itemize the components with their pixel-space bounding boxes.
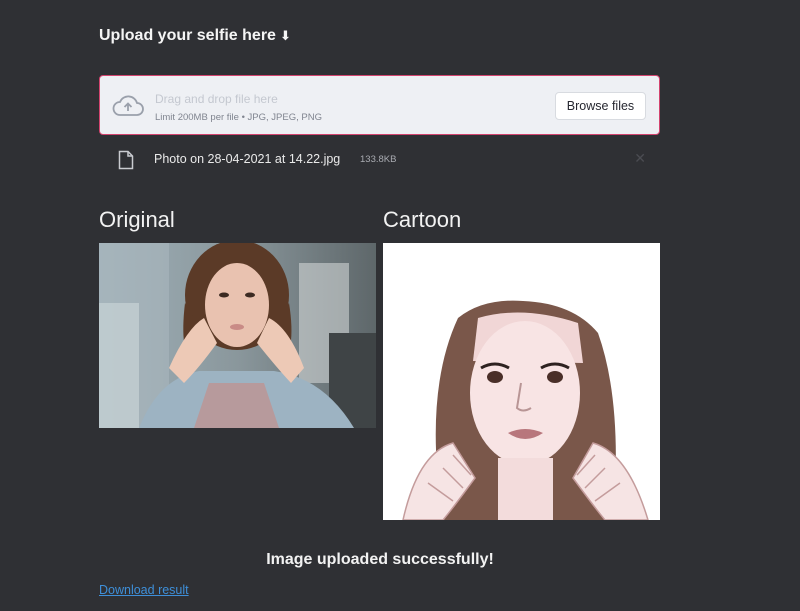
browse-files-button[interactable]: Browse files xyxy=(555,92,646,120)
uploaded-file-row: Photo on 28-04-2021 at 14.22.jpg 133.8KB… xyxy=(118,148,648,172)
original-image xyxy=(99,243,376,428)
down-arrow-icon: ⬇ xyxy=(279,28,291,43)
upload-heading-text: Upload your selfie here xyxy=(99,27,276,44)
file-size: 133.8KB xyxy=(360,154,397,165)
cartoon-image xyxy=(383,243,660,520)
drag-drop-text: Drag and drop file here xyxy=(155,92,278,106)
remove-file-icon[interactable]: ✕ xyxy=(634,150,646,167)
file-name: Photo on 28-04-2021 at 14.22.jpg xyxy=(154,152,341,166)
upload-success-message: Image uploaded successfully! xyxy=(266,551,494,568)
original-title: Original xyxy=(99,207,175,232)
cloud-upload-icon xyxy=(112,95,144,116)
upload-heading: Upload your selfie here ⬇ xyxy=(99,27,291,45)
file-limit-text: Limit 200MB per file • JPG, JPEG, PNG xyxy=(155,112,322,123)
download-result-link[interactable]: Download result xyxy=(99,583,189,597)
file-dropzone[interactable]: Drag and drop file here Limit 200MB per … xyxy=(99,75,660,135)
file-icon xyxy=(118,150,134,170)
cartoon-title: Cartoon xyxy=(383,207,462,232)
